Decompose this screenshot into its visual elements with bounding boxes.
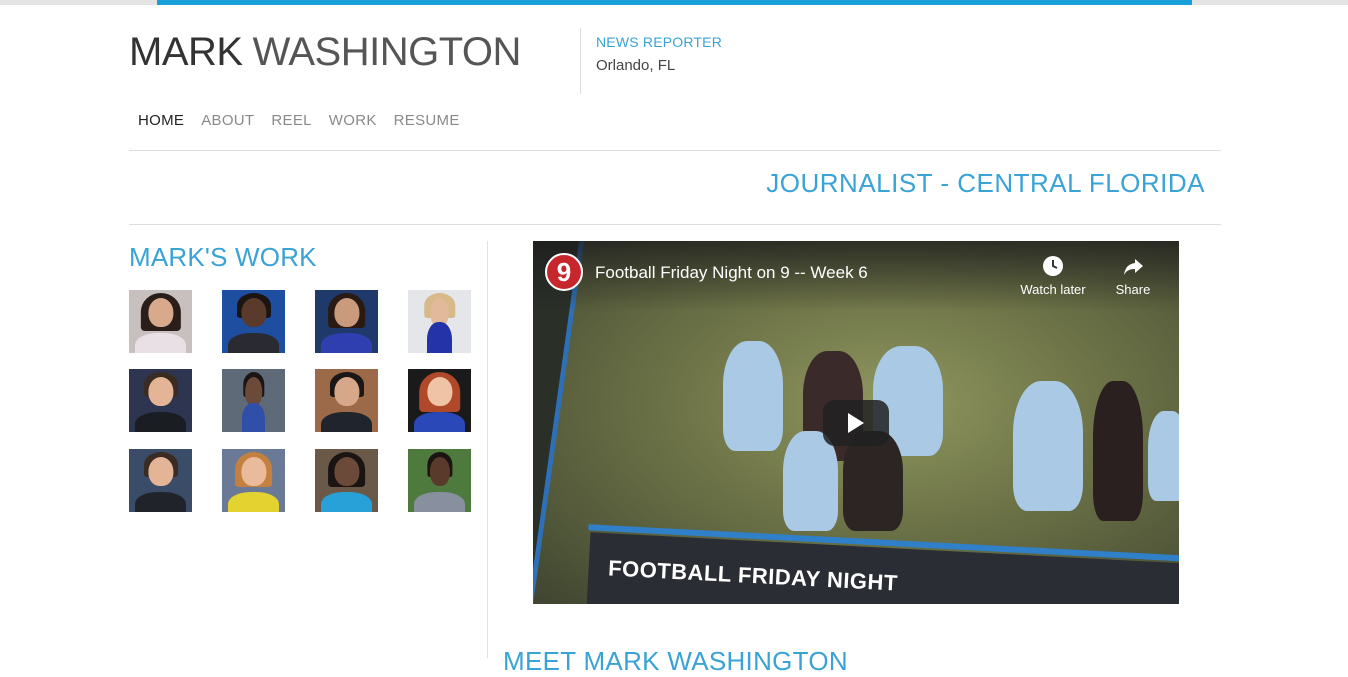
share-arrow-icon (1124, 259, 1143, 275)
share-button[interactable]: Share (1093, 254, 1173, 297)
work-thumbnail[interactable] (129, 449, 192, 512)
watch-later-button[interactable]: Watch later (1013, 254, 1093, 297)
watch-later-label: Watch later (1020, 282, 1086, 297)
video-figure (1093, 381, 1143, 521)
site-title-first: MARK (129, 30, 243, 74)
divider-bottom (129, 224, 1221, 225)
work-thumbnail[interactable] (408, 369, 471, 432)
site-title-last: WASHINGTON (252, 30, 522, 74)
nav-reel[interactable]: REEL (271, 112, 311, 129)
work-thumbnail[interactable] (129, 369, 192, 432)
work-thumbnail[interactable] (129, 290, 192, 353)
work-thumbnail[interactable] (408, 290, 471, 353)
play-button[interactable] (823, 400, 889, 446)
video-title[interactable]: Football Friday Night on 9 -- Week 6 (595, 263, 868, 283)
work-thumbnail[interactable] (315, 369, 378, 432)
column-divider (487, 241, 488, 658)
divider-top (129, 150, 1221, 151)
nav-resume[interactable]: RESUME (394, 112, 460, 129)
location-label: Orlando, FL (596, 57, 676, 74)
header-divider (580, 28, 581, 94)
work-thumbnail[interactable] (315, 449, 378, 512)
site-title[interactable]: MARK WASHINGTON (129, 30, 521, 75)
nav-work[interactable]: WORK (329, 112, 377, 129)
video-figure (1013, 381, 1083, 511)
clock-icon (1043, 256, 1063, 276)
role-label: NEWS REPORTER (596, 34, 723, 50)
video-figure (783, 431, 838, 531)
meet-heading: MEET MARK WASHINGTON (503, 646, 848, 676)
nav-about[interactable]: ABOUT (201, 112, 254, 129)
channel-logo[interactable]: 9 (545, 253, 583, 291)
nav-home[interactable]: HOME (138, 112, 184, 129)
work-thumbnail[interactable] (408, 449, 471, 512)
tagline: JOURNALIST - CENTRAL FLORIDA (766, 168, 1205, 198)
video-figure (1148, 411, 1179, 501)
play-icon (848, 413, 864, 433)
video-figure (843, 431, 903, 531)
work-thumbnail[interactable] (222, 449, 285, 512)
main-nav: HOME ABOUT REEL WORK RESUME (138, 112, 477, 129)
video-figure (723, 341, 783, 451)
work-thumbnail[interactable] (315, 290, 378, 353)
top-bar-accent (157, 0, 1192, 5)
video-player[interactable]: FOOTBALL FRIDAY NIGHT 9 Football Friday … (533, 241, 1179, 604)
work-thumbnail[interactable] (222, 369, 285, 432)
work-heading: MARK'S WORK (129, 242, 317, 272)
share-label: Share (1115, 282, 1151, 297)
work-thumbnail[interactable] (222, 290, 285, 353)
